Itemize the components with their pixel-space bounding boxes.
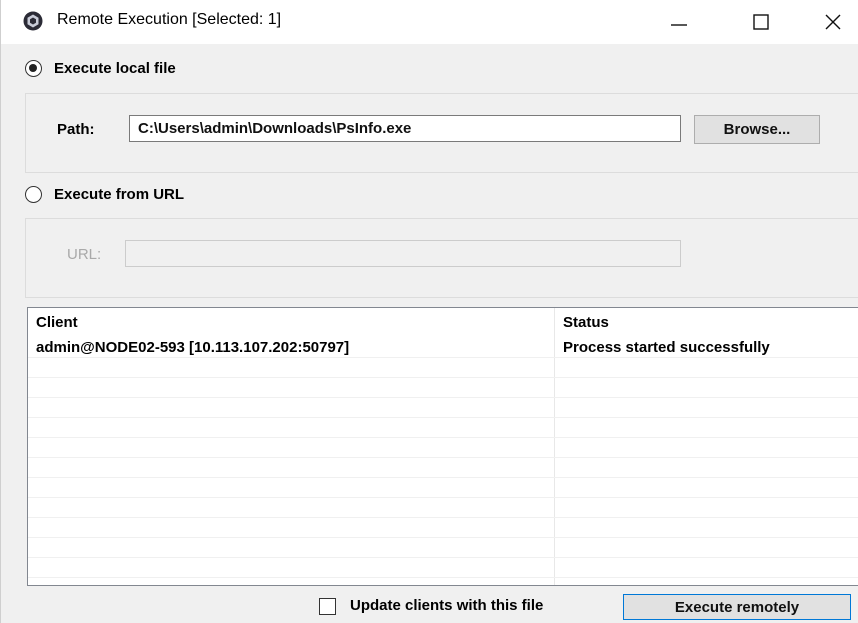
url-input[interactable] xyxy=(125,240,681,267)
window-title: Remote Execution [Selected: 1] xyxy=(57,11,282,28)
path-input[interactable]: C:\Users\admin\Downloads\PsInfo.exe xyxy=(129,115,681,142)
empty-row xyxy=(28,358,858,378)
column-header-status[interactable]: Status xyxy=(555,308,858,334)
update-clients-checkbox[interactable] xyxy=(319,598,336,615)
empty-row xyxy=(28,558,858,578)
minimize-icon xyxy=(671,24,687,26)
client-cell: admin@NODE02-593 [10.113.107.202:50797] xyxy=(36,339,350,356)
execute-local-file-label: Execute local file xyxy=(54,60,176,77)
execute-local-file-radio[interactable]: Execute local file xyxy=(25,60,176,77)
execute-from-url-label: Execute from URL xyxy=(54,186,185,203)
radio-unselected-icon[interactable] xyxy=(25,186,42,203)
empty-row xyxy=(28,458,858,478)
maximize-icon xyxy=(753,14,769,30)
url-group: URL: xyxy=(25,218,858,298)
empty-row xyxy=(28,538,858,558)
execute-remotely-button[interactable]: Execute remotely xyxy=(623,594,851,620)
empty-row xyxy=(28,418,858,438)
empty-row xyxy=(28,438,858,458)
empty-row xyxy=(28,518,858,538)
close-button[interactable] xyxy=(806,0,858,44)
remote-execution-window: Remote Execution [Selected: 1] Execute l… xyxy=(0,0,858,623)
close-icon xyxy=(825,14,840,30)
empty-row xyxy=(28,398,858,418)
maximize-button[interactable] xyxy=(731,0,791,44)
update-clients-label: Update clients with this file xyxy=(350,597,544,614)
table-row[interactable]: admin@NODE02-593 [10.113.107.202:50797] … xyxy=(28,338,858,358)
minimize-button[interactable] xyxy=(649,0,709,44)
local-file-group: Path: C:\Users\admin\Downloads\PsInfo.ex… xyxy=(25,93,858,173)
list-header: Client Status xyxy=(28,308,858,334)
execute-from-url-radio[interactable]: Execute from URL xyxy=(25,186,184,203)
status-cell: Process started successfully xyxy=(563,339,770,356)
radio-selected-icon[interactable] xyxy=(25,60,42,77)
url-label: URL: xyxy=(67,246,102,263)
empty-row xyxy=(28,498,858,518)
browse-button[interactable]: Browse... xyxy=(694,115,820,144)
empty-row xyxy=(28,478,858,498)
path-label: Path: xyxy=(57,121,95,138)
client-list[interactable]: Client Status admin@NODE02-593 [10.113.1… xyxy=(27,307,858,586)
empty-row xyxy=(28,378,858,398)
column-header-client[interactable]: Client xyxy=(28,308,554,334)
title-bar: Remote Execution [Selected: 1] xyxy=(1,0,858,44)
app-icon xyxy=(23,11,43,31)
